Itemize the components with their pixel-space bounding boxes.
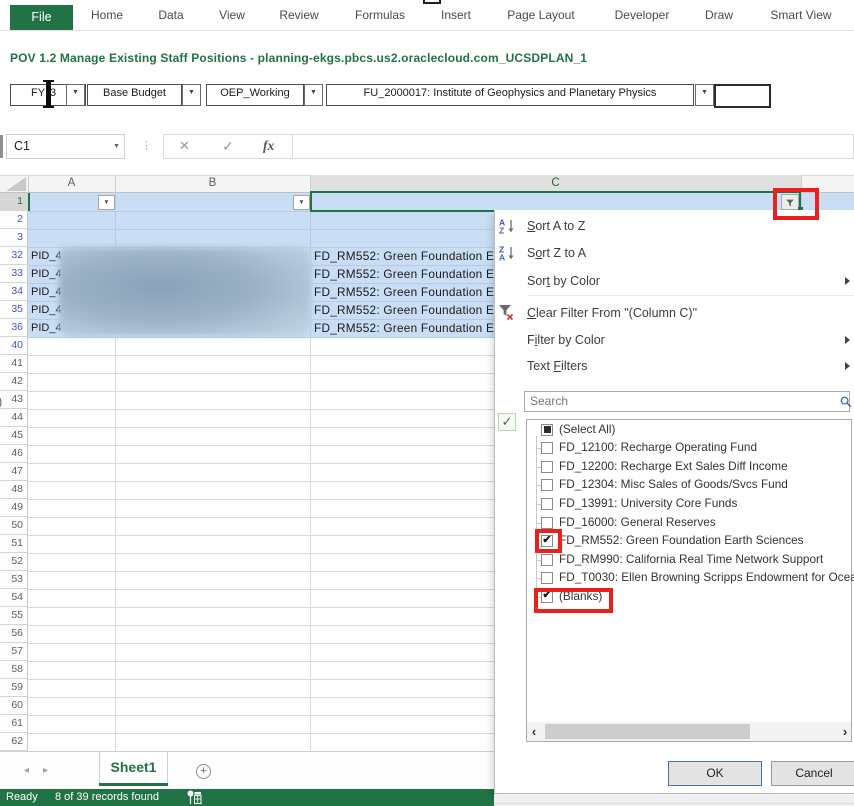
svg-text:Z: Z	[499, 226, 504, 235]
svg-text:A: A	[499, 253, 505, 262]
